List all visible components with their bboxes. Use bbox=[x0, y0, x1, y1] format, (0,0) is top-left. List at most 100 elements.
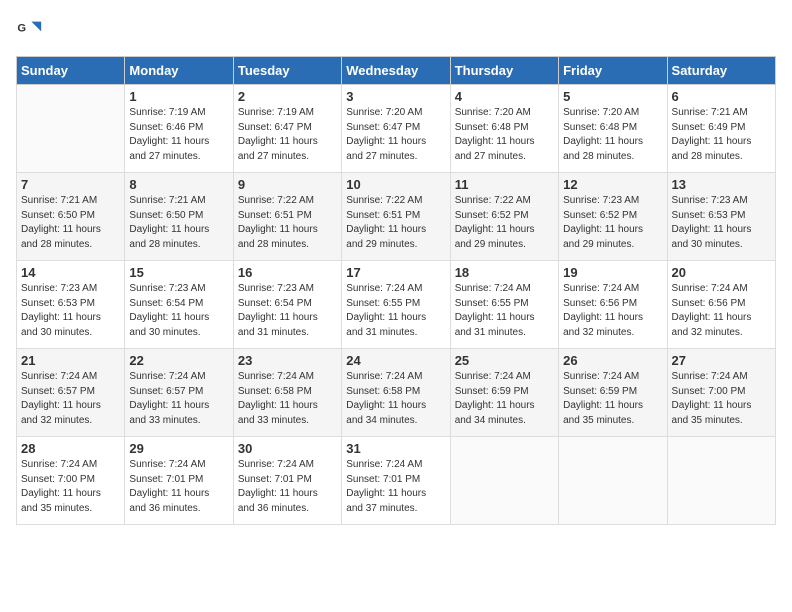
calendar-cell: 24Sunrise: 7:24 AMSunset: 6:58 PMDayligh… bbox=[342, 349, 450, 437]
day-number: 30 bbox=[238, 441, 337, 456]
calendar-cell: 14 Sunrise: 7:23 AMSunset: 6:53 PMDayligh… bbox=[17, 261, 125, 349]
calendar-cell: 17 Sunrise: 7:24 AMSunset: 6:55 PMDayligh… bbox=[342, 261, 450, 349]
calendar-cell: 25 Sunrise: 7:24 AMSunset: 6:59 PMDayligh… bbox=[450, 349, 558, 437]
day-number: 25 bbox=[455, 353, 554, 368]
day-info: Sunrise: 7:24 AMSunset: 7:01 PMDaylight:… bbox=[129, 458, 228, 516]
day-info: Sunrise: 7:23 AMSunset: 6:53 PMDaylight:… bbox=[672, 194, 771, 252]
day-info: Sunrise: 7:23 AMSunset: 6:54 PMDaylight:… bbox=[129, 282, 228, 340]
day-info: Sunrise: 7:24 AMSunset: 6:59 PMDaylight:… bbox=[563, 370, 662, 428]
day-info: Sunrise: 7:24 AMSunset: 6:57 PMDaylight:… bbox=[21, 370, 120, 428]
day-number: 21 bbox=[21, 353, 120, 368]
day-info: Sunrise: 7:21 AMSunset: 6:50 PMDaylight:… bbox=[129, 194, 228, 252]
col-header-tuesday: Tuesday bbox=[233, 57, 341, 85]
day-info: Sunrise: 7:24 AMSunset: 7:00 PMDaylight:… bbox=[672, 370, 771, 428]
calendar-cell: 16 Sunrise: 7:23 AMSunset: 6:54 PMDayligh… bbox=[233, 261, 341, 349]
calendar-cell: 13 Sunrise: 7:23 AMSunset: 6:53 PMDayligh… bbox=[667, 173, 775, 261]
day-number: 13 bbox=[672, 177, 771, 192]
day-info: Sunrise: 7:21 AMSunset: 6:50 PMDaylight:… bbox=[21, 194, 120, 252]
calendar-cell: 29 Sunrise: 7:24 AMSunset: 7:01 PMDayligh… bbox=[125, 437, 233, 525]
calendar-cell bbox=[667, 437, 775, 525]
day-info: Sunrise: 7:24 AMSunset: 6:57 PMDaylight:… bbox=[129, 370, 228, 428]
day-number: 4 bbox=[455, 89, 554, 104]
day-number: 7 bbox=[21, 177, 120, 192]
day-info: Sunrise: 7:22 AMSunset: 6:51 PMDaylight:… bbox=[346, 194, 445, 252]
day-number: 1 bbox=[129, 89, 228, 104]
week-row-0: 1 Sunrise: 7:19 AMSunset: 6:46 PMDaylight… bbox=[17, 85, 776, 173]
calendar-cell: 18Sunrise: 7:24 AMSunset: 6:55 PMDayligh… bbox=[450, 261, 558, 349]
week-row-1: 7 Sunrise: 7:21 AMSunset: 6:50 PMDaylight… bbox=[17, 173, 776, 261]
calendar-cell: 6Sunrise: 7:21 AMSunset: 6:49 PMDaylight… bbox=[667, 85, 775, 173]
day-number: 22 bbox=[129, 353, 228, 368]
calendar-table: SundayMondayTuesdayWednesdayThursdayFrid… bbox=[16, 56, 776, 525]
day-number: 27 bbox=[672, 353, 771, 368]
calendar-cell: 22 Sunrise: 7:24 AMSunset: 6:57 PMDayligh… bbox=[125, 349, 233, 437]
day-info: Sunrise: 7:24 AMSunset: 6:55 PMDaylight:… bbox=[346, 282, 445, 340]
day-number: 9 bbox=[238, 177, 337, 192]
day-info: Sunrise: 7:24 AMSunset: 7:01 PMDaylight:… bbox=[238, 458, 337, 516]
svg-text:G: G bbox=[17, 22, 26, 34]
week-row-3: 21 Sunrise: 7:24 AMSunset: 6:57 PMDayligh… bbox=[17, 349, 776, 437]
day-number: 16 bbox=[238, 265, 337, 280]
calendar-cell bbox=[559, 437, 667, 525]
calendar-cell: 8 Sunrise: 7:21 AMSunset: 6:50 PMDaylight… bbox=[125, 173, 233, 261]
page-header: G bbox=[16, 16, 776, 44]
day-number: 15 bbox=[129, 265, 228, 280]
day-info: Sunrise: 7:22 AMSunset: 6:52 PMDaylight:… bbox=[455, 194, 554, 252]
day-info: Sunrise: 7:19 AMSunset: 6:46 PMDaylight:… bbox=[129, 106, 228, 164]
col-header-wednesday: Wednesday bbox=[342, 57, 450, 85]
col-header-saturday: Saturday bbox=[667, 57, 775, 85]
calendar-cell: 1 Sunrise: 7:19 AMSunset: 6:46 PMDaylight… bbox=[125, 85, 233, 173]
day-info: Sunrise: 7:22 AMSunset: 6:51 PMDaylight:… bbox=[238, 194, 337, 252]
calendar-cell: 4Sunrise: 7:20 AMSunset: 6:48 PMDaylight… bbox=[450, 85, 558, 173]
day-info: Sunrise: 7:24 AMSunset: 7:01 PMDaylight:… bbox=[346, 458, 445, 516]
day-info: Sunrise: 7:24 AMSunset: 6:59 PMDaylight:… bbox=[455, 370, 554, 428]
calendar-cell bbox=[450, 437, 558, 525]
calendar-cell: 12 Sunrise: 7:23 AMSunset: 6:52 PMDayligh… bbox=[559, 173, 667, 261]
calendar-cell: 2Sunrise: 7:19 AMSunset: 6:47 PMDaylight… bbox=[233, 85, 341, 173]
day-number: 5 bbox=[563, 89, 662, 104]
day-info: Sunrise: 7:23 AMSunset: 6:54 PMDaylight:… bbox=[238, 282, 337, 340]
day-info: Sunrise: 7:20 AMSunset: 6:47 PMDaylight:… bbox=[346, 106, 445, 164]
day-info: Sunrise: 7:24 AMSunset: 6:58 PMDaylight:… bbox=[346, 370, 445, 428]
calendar-cell bbox=[17, 85, 125, 173]
calendar-cell: 26 Sunrise: 7:24 AMSunset: 6:59 PMDayligh… bbox=[559, 349, 667, 437]
col-header-sunday: Sunday bbox=[17, 57, 125, 85]
day-info: Sunrise: 7:24 AMSunset: 7:00 PMDaylight:… bbox=[21, 458, 120, 516]
day-number: 28 bbox=[21, 441, 120, 456]
calendar-cell: 27 Sunrise: 7:24 AMSunset: 7:00 PMDayligh… bbox=[667, 349, 775, 437]
day-number: 3 bbox=[346, 89, 445, 104]
calendar-cell: 10 Sunrise: 7:22 AMSunset: 6:51 PMDayligh… bbox=[342, 173, 450, 261]
calendar-cell: 5Sunrise: 7:20 AMSunset: 6:48 PMDaylight… bbox=[559, 85, 667, 173]
week-row-4: 28 Sunrise: 7:24 AMSunset: 7:00 PMDayligh… bbox=[17, 437, 776, 525]
day-number: 12 bbox=[563, 177, 662, 192]
calendar-cell: 23 Sunrise: 7:24 AMSunset: 6:58 PMDayligh… bbox=[233, 349, 341, 437]
day-number: 29 bbox=[129, 441, 228, 456]
col-header-thursday: Thursday bbox=[450, 57, 558, 85]
day-number: 8 bbox=[129, 177, 228, 192]
day-info: Sunrise: 7:23 AMSunset: 6:52 PMDaylight:… bbox=[563, 194, 662, 252]
day-number: 2 bbox=[238, 89, 337, 104]
day-number: 17 bbox=[346, 265, 445, 280]
day-info: Sunrise: 7:24 AMSunset: 6:58 PMDaylight:… bbox=[238, 370, 337, 428]
calendar-cell: 30 Sunrise: 7:24 AMSunset: 7:01 PMDayligh… bbox=[233, 437, 341, 525]
day-number: 10 bbox=[346, 177, 445, 192]
calendar-cell: 20 Sunrise: 7:24 AMSunset: 6:56 PMDayligh… bbox=[667, 261, 775, 349]
calendar-cell: 19 Sunrise: 7:24 AMSunset: 6:56 PMDayligh… bbox=[559, 261, 667, 349]
day-info: Sunrise: 7:24 AMSunset: 6:56 PMDaylight:… bbox=[672, 282, 771, 340]
day-number: 19 bbox=[563, 265, 662, 280]
day-number: 14 bbox=[21, 265, 120, 280]
day-info: Sunrise: 7:24 AMSunset: 6:56 PMDaylight:… bbox=[563, 282, 662, 340]
week-row-2: 14 Sunrise: 7:23 AMSunset: 6:53 PMDayligh… bbox=[17, 261, 776, 349]
logo-icon: G bbox=[16, 16, 44, 44]
day-number: 23 bbox=[238, 353, 337, 368]
day-info: Sunrise: 7:21 AMSunset: 6:49 PMDaylight:… bbox=[672, 106, 771, 164]
day-number: 26 bbox=[563, 353, 662, 368]
calendar-cell: 28 Sunrise: 7:24 AMSunset: 7:00 PMDayligh… bbox=[17, 437, 125, 525]
calendar-cell: 7 Sunrise: 7:21 AMSunset: 6:50 PMDaylight… bbox=[17, 173, 125, 261]
day-info: Sunrise: 7:23 AMSunset: 6:53 PMDaylight:… bbox=[21, 282, 120, 340]
calendar-cell: 9 Sunrise: 7:22 AMSunset: 6:51 PMDaylight… bbox=[233, 173, 341, 261]
calendar-cell: 15 Sunrise: 7:23 AMSunset: 6:54 PMDayligh… bbox=[125, 261, 233, 349]
calendar-cell: 21 Sunrise: 7:24 AMSunset: 6:57 PMDayligh… bbox=[17, 349, 125, 437]
day-number: 20 bbox=[672, 265, 771, 280]
day-number: 18 bbox=[455, 265, 554, 280]
